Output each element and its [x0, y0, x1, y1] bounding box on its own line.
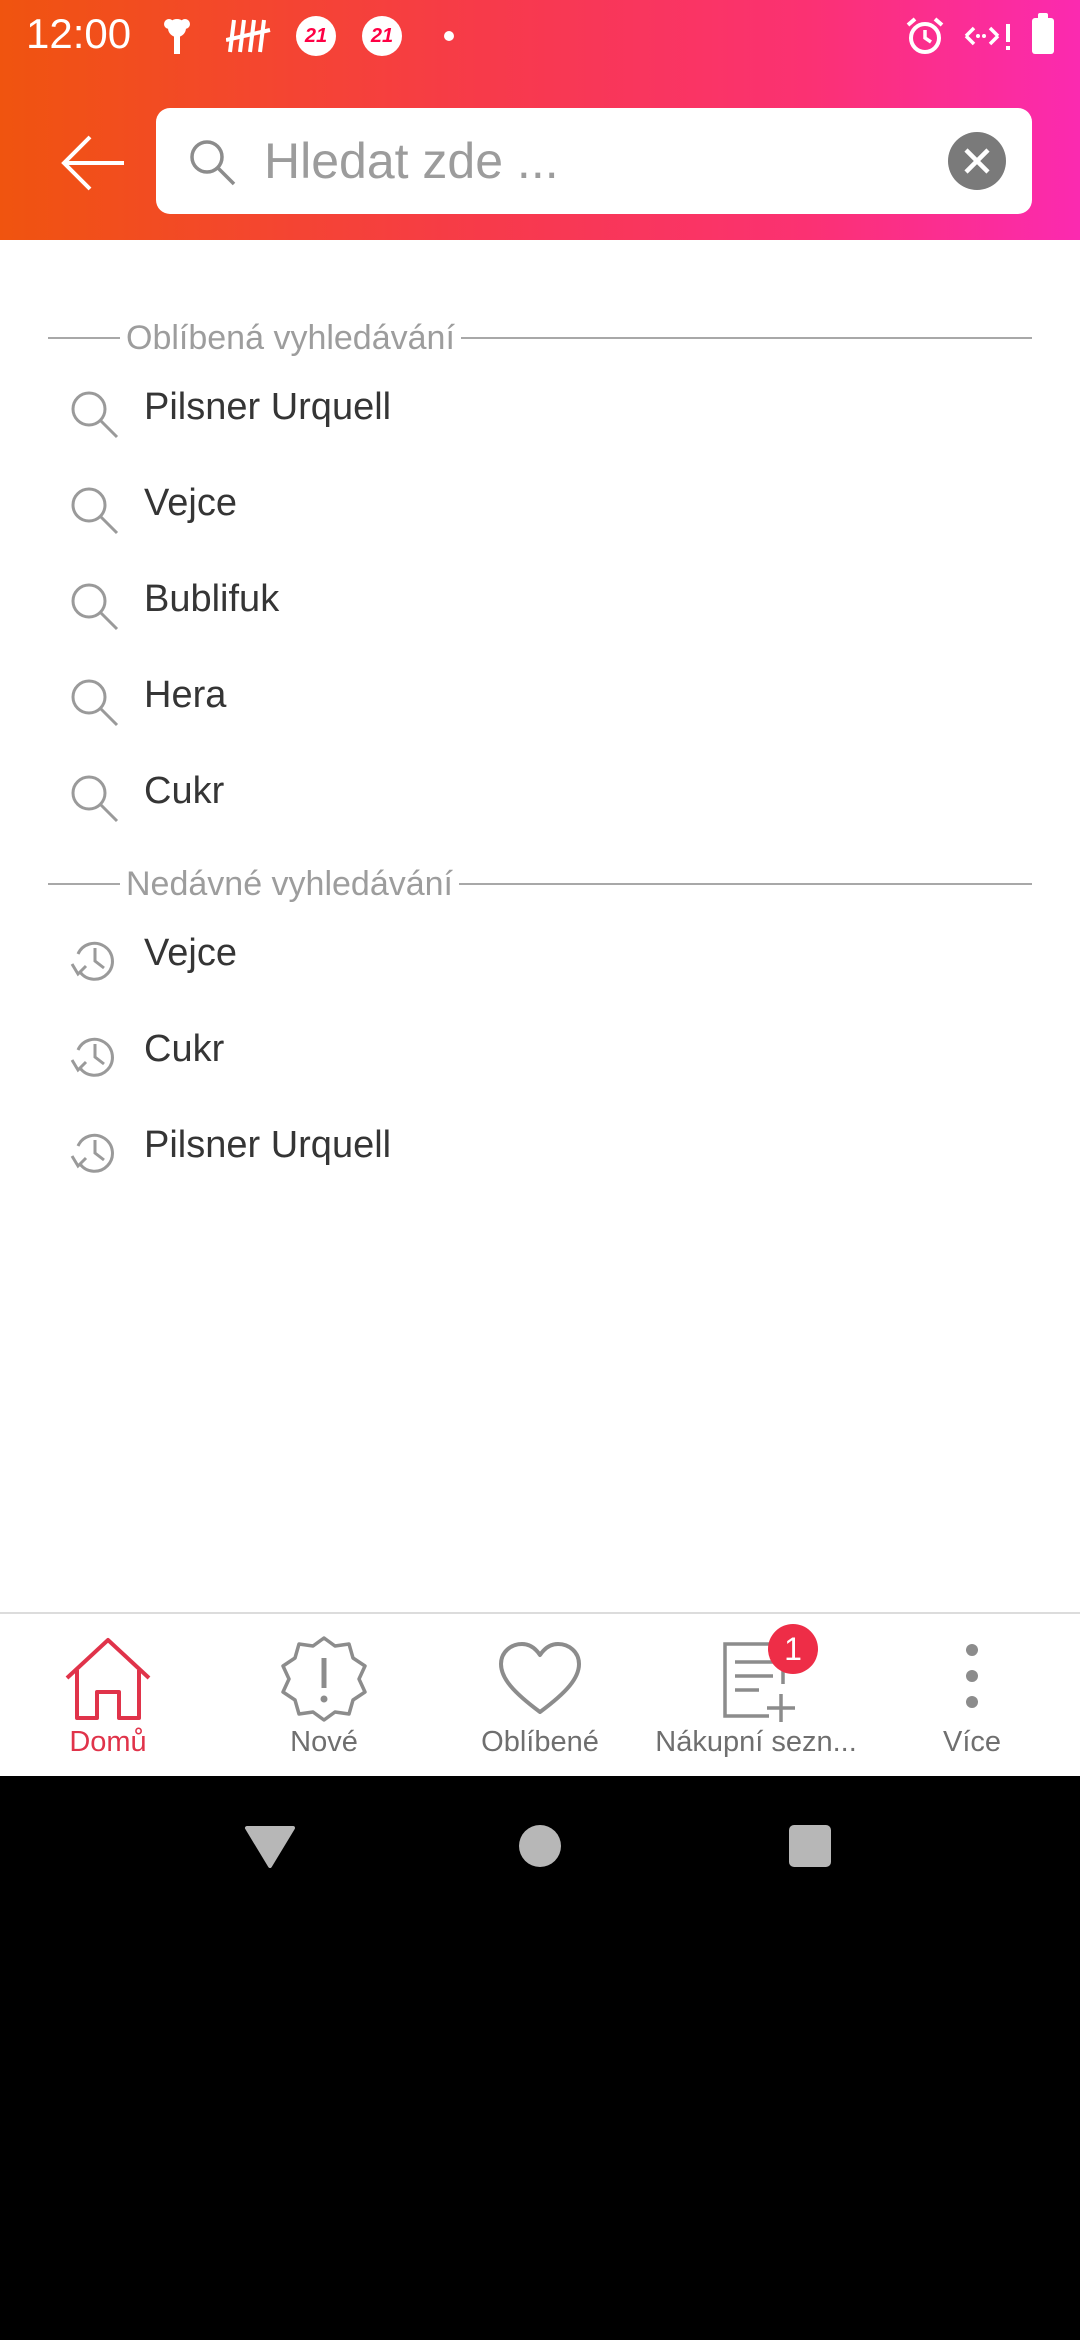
bottom-navigation: Domů Nové Oblíbené 1 Nákupní sezn... Víc…: [0, 1612, 1080, 1776]
divider: [48, 883, 120, 885]
header: 12:00 21 21: [0, 0, 1080, 240]
recent-search-item[interactable]: Cukr: [0, 1008, 1080, 1104]
search-icon: [190, 140, 236, 186]
flower-icon: [160, 14, 194, 58]
search-icon: [71, 487, 119, 535]
nav-favorites[interactable]: Oblíbené: [432, 1614, 648, 1776]
divider: [460, 337, 1032, 339]
nav-more-label: Více: [942, 1726, 1002, 1758]
favorites-section-header: Oblíbená vyhledávání: [48, 318, 1032, 358]
favorite-search-label: Cukr: [144, 770, 225, 812]
history-icon: [70, 941, 114, 981]
favorite-search-item[interactable]: Hera: [0, 654, 1080, 750]
search-icon: [71, 391, 119, 439]
recent-search-item[interactable]: Pilsner Urquell: [0, 1104, 1080, 1200]
shopping-list-count-badge: 1: [768, 1624, 818, 1674]
badge-21-icon: 21: [296, 14, 336, 58]
search-icon: [71, 679, 119, 727]
history-icon: [70, 1133, 114, 1173]
circle-home-icon: [519, 1825, 561, 1867]
favorite-search-item[interactable]: Cukr: [0, 750, 1080, 846]
recent-title: Nedávné vyhledávání: [126, 864, 454, 903]
app-screen: 12:00 21 21 Hledat zde ... Oblíbená vyhl…: [0, 0, 1080, 1776]
divider: [459, 883, 1032, 885]
more-vertical-icon: [966, 1644, 978, 1708]
nav-favorites-label: Oblíbené: [481, 1726, 599, 1758]
arrow-left-icon: [61, 135, 124, 191]
status-bar: 12:00 21 21: [0, 0, 1080, 72]
search-bar[interactable]: [156, 108, 1032, 214]
favorite-search-label: Vejce: [144, 482, 237, 524]
square-recents-icon: [789, 1825, 831, 1867]
favorite-search-item[interactable]: Pilsner Urquell: [0, 366, 1080, 462]
search-icon: [71, 775, 119, 823]
heart-icon: [499, 1642, 581, 1714]
favorite-search-label: Hera: [144, 674, 227, 716]
recent-search-label: Cukr: [144, 1028, 225, 1070]
data-icon: [962, 14, 1014, 58]
back-button[interactable]: [50, 120, 136, 206]
badge-21-icon: 21: [362, 14, 402, 58]
nav-more[interactable]: Více: [864, 1614, 1080, 1776]
status-time: 12:00: [26, 10, 132, 57]
system-recents-button[interactable]: [780, 1816, 840, 1876]
favorite-search-item[interactable]: Vejce: [0, 462, 1080, 558]
home-icon: [65, 1638, 151, 1720]
favorites-title: Oblíbená vyhledávání: [126, 318, 455, 357]
recent-search-label: Vejce: [144, 932, 237, 974]
alarm-icon: [904, 14, 946, 58]
nav-new-label: Nové: [290, 1726, 358, 1758]
battery-icon: [1032, 13, 1054, 58]
search-input[interactable]: [264, 124, 884, 198]
nav-shopping-list-label: Nákupní sezn...: [655, 1726, 857, 1758]
favorite-search-item[interactable]: Bublifuk: [0, 558, 1080, 654]
nav-shopping-list[interactable]: 1 Nákupní sezn...: [648, 1614, 864, 1776]
favorite-search-label: Bublifuk: [144, 578, 280, 620]
nav-home[interactable]: Domů: [0, 1614, 216, 1776]
recent-search-label: Pilsner Urquell: [144, 1124, 392, 1166]
alert-badge-icon: [281, 1636, 367, 1722]
nav-new[interactable]: Nové: [216, 1614, 432, 1776]
dot-icon: [444, 14, 454, 58]
system-back-button[interactable]: [240, 1816, 300, 1876]
triangle-back-icon: [245, 1826, 295, 1868]
search-icon: [71, 583, 119, 631]
favorite-search-label: Pilsner Urquell: [144, 386, 392, 428]
clear-search-button[interactable]: [948, 132, 1006, 190]
recent-search-item[interactable]: Vejce: [0, 912, 1080, 1008]
system-home-button[interactable]: [510, 1816, 570, 1876]
history-icon: [70, 1037, 114, 1077]
divider: [48, 337, 120, 339]
system-navigation-bar: [0, 1776, 1080, 1916]
tally-icon: [226, 14, 272, 58]
nav-home-label: Domů: [69, 1726, 147, 1758]
recent-section-header: Nedávné vyhledávání: [48, 864, 1032, 904]
close-icon: [964, 148, 990, 174]
